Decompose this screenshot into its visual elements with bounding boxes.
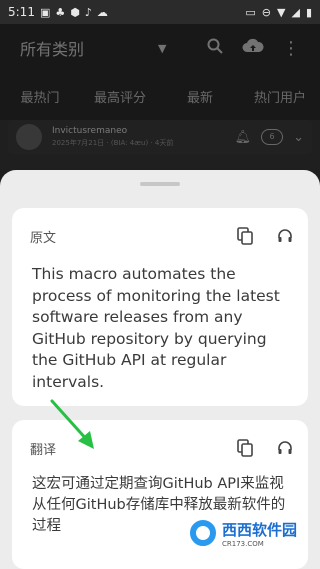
original-text: This macro automates the process of moni… [32,265,280,391]
status-left: 5:11 ▣ ♣ ⬢ ♪ ☁ [8,5,108,19]
card-actions [236,439,294,457]
watermark-text: 西西软件园 CR173.COM [222,519,297,548]
cast-icon: ▭ [245,5,256,19]
watermark-sub: CR173.COM [222,539,264,548]
card-header: 原文 [30,226,294,246]
status-time: 5:11 [8,5,35,19]
annotation-arrow-icon [50,399,94,449]
original-label: 原文 [30,230,57,246]
watermark: 西西软件园 CR173.COM [188,518,297,548]
copy-icon[interactable] [236,227,254,245]
signal-icon: ◢ [291,5,300,19]
headphones-icon[interactable] [276,439,294,457]
cloud-icon: ☁ [96,5,108,19]
card-actions [236,227,294,245]
shield-icon: ⬢ [70,5,80,19]
game-icon: ♣ [55,5,66,19]
watermark-logo-icon [188,518,218,548]
drag-handle[interactable] [140,182,180,186]
status-right: ▭ ⊖ ▼ ◢ ▮ [245,6,312,19]
headphones-icon[interactable] [276,227,294,245]
notification-icon: ▣ [39,5,51,19]
watermark-main: 西西软件园 [222,520,298,539]
translation-bottom-sheet: 原文 This macro automates the process of m… [0,170,320,569]
original-text-card: 原文 This macro automates the process of m… [12,208,308,406]
copy-icon[interactable] [236,439,254,457]
battery-icon: ▮ [305,5,312,19]
status-bar: 5:11 ▣ ♣ ⬢ ♪ ☁ ▭ ⊖ ▼ ◢ ▮ [0,0,320,24]
dnd-icon: ⊖ [261,5,271,19]
music-icon: ♪ [84,5,92,19]
wifi-icon: ▼ [277,5,286,19]
